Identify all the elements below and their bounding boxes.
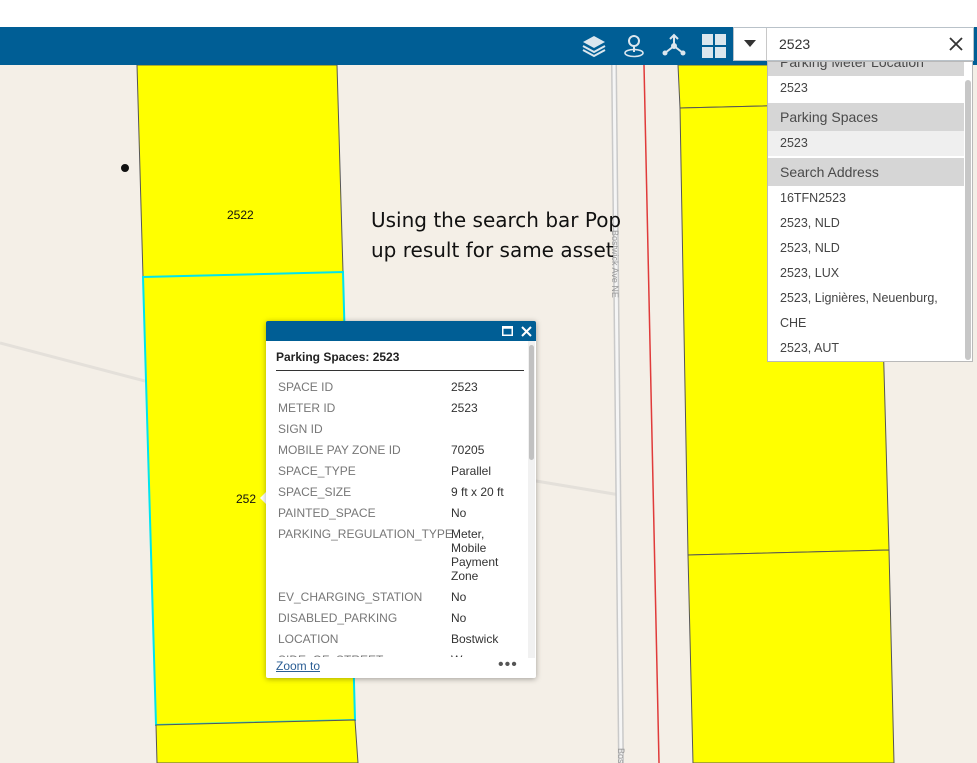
parcel-2522 — [136, 65, 344, 278]
attribute-value: No — [451, 506, 467, 520]
results-header-search-address: Search Address — [768, 158, 966, 186]
close-icon — [520, 325, 532, 337]
red-boundary-line — [643, 65, 660, 763]
search-results-list: Parking Meter Location 2523 Parking Spac… — [767, 61, 973, 362]
map-point-marker — [121, 164, 129, 172]
attribute-value: 9 ft x 20 ft — [451, 485, 504, 499]
result-item[interactable]: 16TFN2523 — [768, 186, 966, 211]
result-item[interactable]: 2523 — [768, 76, 966, 101]
attribute-key: SIDE_OF_STREET — [278, 653, 383, 657]
basemap-button[interactable] — [614, 27, 654, 65]
result-item[interactable]: 2523, LUX — [768, 261, 966, 286]
result-item[interactable]: 2523, AUT — [768, 336, 966, 361]
search-input[interactable] — [768, 28, 944, 60]
result-item[interactable]: 2523, Lignières, Neuenburg, — [768, 286, 966, 311]
basemap-pin-icon — [624, 35, 644, 58]
attribute-key: SIGN ID — [278, 422, 323, 436]
popup-header — [266, 321, 536, 341]
popup-maximize-button[interactable] — [498, 322, 516, 340]
results-scrollbar[interactable] — [964, 62, 972, 361]
popup-scrollbar-thumb[interactable] — [529, 345, 534, 460]
attribute-key: METER ID — [278, 401, 336, 415]
parcel-lower — [155, 719, 359, 763]
results-scrollbar-thumb[interactable] — [965, 80, 971, 360]
attribute-key: SPACE_TYPE — [278, 464, 356, 478]
share-network-icon — [662, 33, 686, 56]
attribute-value: Bostwick — [451, 632, 499, 646]
attribute-key: LOCATION — [278, 632, 339, 646]
apps-grid-button[interactable] — [694, 27, 734, 65]
layers-button[interactable] — [574, 27, 614, 65]
attribute-key: DISABLED_PARKING — [278, 611, 398, 625]
chevron-down-icon — [744, 40, 756, 47]
browser-top-strip — [0, 0, 977, 27]
results-header-parking-spaces: Parking Spaces — [768, 103, 966, 131]
result-item-continued[interactable]: CHE — [768, 311, 966, 336]
faint-road — [529, 478, 621, 497]
zoom-to-link[interactable]: Zoom to — [276, 659, 320, 673]
popup-divider — [276, 370, 524, 371]
result-item[interactable]: 2523, NLD — [768, 211, 966, 236]
parcel-label-2522: 2522 — [227, 208, 254, 222]
result-item[interactable]: 2523, NLD — [768, 236, 966, 261]
attribute-key: SPACE_SIZE — [278, 485, 352, 499]
attribute-value: No — [451, 611, 467, 625]
layers-icon — [582, 36, 606, 58]
attribute-key: EV_CHARGING_STATION — [278, 590, 423, 604]
attribute-key: SPACE ID — [278, 380, 334, 394]
attribute-key: PAINTED_SPACE — [278, 506, 376, 520]
result-item-selected[interactable]: 2523 — [768, 131, 966, 156]
attribute-key: PARKING_REGULATION_TYPE — [278, 527, 453, 541]
search-widget — [733, 27, 974, 61]
popup-title: Parking Spaces: 2523 — [276, 350, 400, 364]
results-header-parking-meter: Parking Meter Location — [768, 62, 966, 76]
popup-close-button[interactable] — [517, 322, 535, 340]
close-icon — [949, 37, 963, 51]
attribute-table: SPACE ID 2523 METER ID 2523 SIGN ID MOBI… — [276, 377, 526, 657]
faint-road — [0, 341, 146, 383]
attribute-value: 2523 — [451, 380, 478, 394]
parcel-right-bottom — [687, 549, 895, 763]
grid-apps-icon — [702, 34, 726, 58]
search-source-dropdown[interactable] — [734, 28, 767, 60]
annotation-text: Using the search bar Pop up result for s… — [371, 208, 622, 262]
maximize-icon — [501, 326, 513, 336]
feature-popup: Parking Spaces: 2523 SPACE ID 2523 METER… — [266, 321, 536, 678]
parcel-label-2523: 252 — [236, 492, 256, 506]
attribute-value: Parallel — [451, 464, 492, 478]
attribute-value: Meter, Mobile Payment Zone — [451, 527, 499, 583]
share-button[interactable] — [654, 27, 694, 65]
more-actions-button[interactable]: ••• — [498, 656, 518, 674]
attribute-value: 70205 — [451, 443, 485, 457]
attribute-value: 2523 — [451, 401, 478, 415]
attribute-value: No — [451, 590, 467, 604]
popup-footer: Zoom to ••• — [266, 656, 536, 678]
search-clear-button[interactable] — [943, 28, 969, 60]
street-label-bottom: Bos — [616, 748, 626, 763]
attribute-key: MOBILE PAY ZONE ID — [278, 443, 401, 457]
